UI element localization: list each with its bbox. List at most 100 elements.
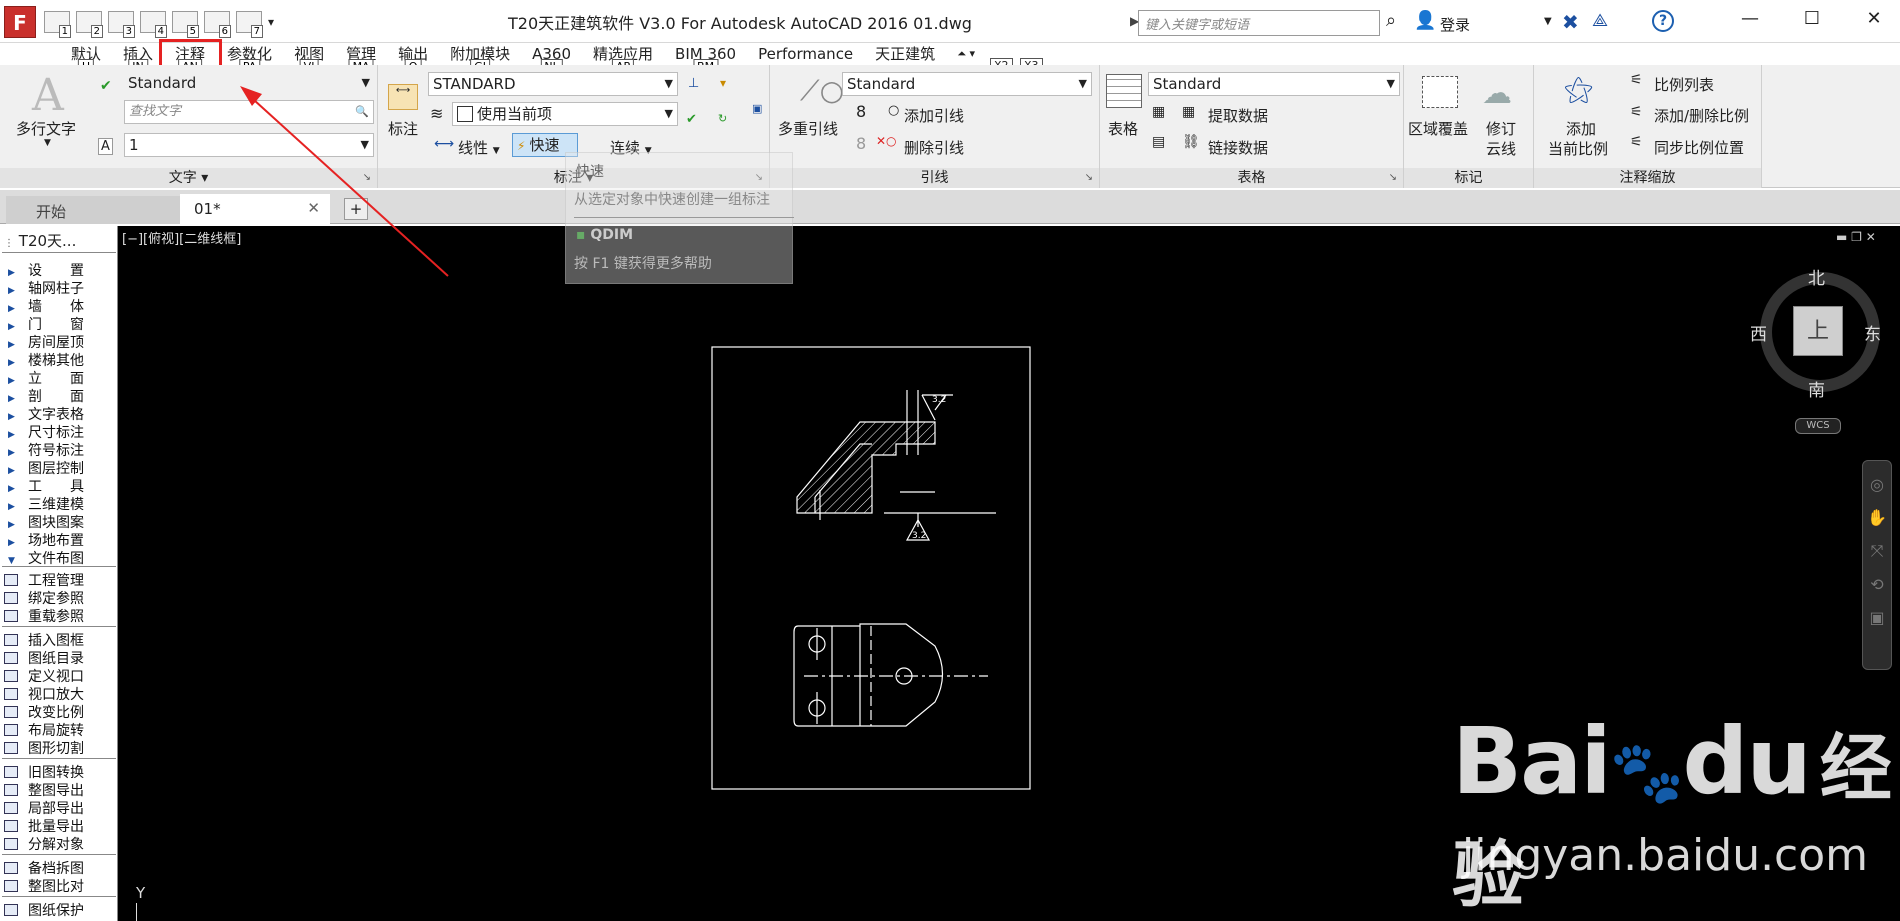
chevron-down-icon[interactable]: ▼ [44,138,51,148]
qat-new-button[interactable]: 1 [44,11,71,38]
binoculars-icon[interactable]: ⌕ [1386,10,1396,31]
text-style-combo[interactable]: Standard ▼ [124,72,374,96]
add-current-scale-label-2[interactable]: 当前比例 [1548,138,1608,159]
qat-open-button[interactable]: 2 [76,11,103,38]
tangent-menu-item[interactable]: ▶ 设 置 [8,260,84,280]
revcloud-icon[interactable]: ☁ [1482,76,1512,111]
tab-featured-apps[interactable]: 精选应用AP [582,43,664,74]
tangent-tool-item[interactable]: 工程管理 [4,570,84,590]
tangent-tool-item[interactable]: 重载参照 [4,606,84,626]
wcs-menu[interactable]: WCS [1795,418,1841,434]
linear-dim-button[interactable]: 线性 ▼ [458,137,500,158]
leader-style-combo[interactable]: Standard ▼ [842,72,1092,96]
compass-north[interactable]: 北 [1808,264,1825,289]
tangent-tool-item[interactable]: 改变比例 [4,702,84,722]
tangent-menu-item[interactable]: ▶ 符号标注 [8,440,84,460]
panel-launcher-icon[interactable]: ↘ [1085,168,1093,188]
add-current-scale-label-1[interactable]: 添加 [1566,118,1596,139]
tangent-menu-item[interactable]: ▶ 立 面 [8,368,84,388]
tangent-menu-item[interactable]: ▶ 房间屋顶 [8,332,84,352]
revcloud-label-1[interactable]: 修订 [1486,118,1516,139]
qat-save-button[interactable]: 3 [108,11,135,38]
tab-output[interactable]: 输出O [387,43,439,74]
tangent-tool-item[interactable]: 整图比对 [4,876,84,896]
tab-tangent[interactable]: 天正建筑 [864,43,946,65]
qat-undo-button[interactable]: 7 [236,11,263,38]
minimize-button[interactable]: — [1730,8,1770,32]
mtext-icon[interactable]: A [32,70,64,121]
tangent-tool-item[interactable]: 图形切割 [4,738,84,758]
viewport-window-controls[interactable]: ▬ ❐ ✕ [1836,230,1876,244]
panel-table-title[interactable]: 表格 ↘ [1100,168,1403,188]
tab-parametric[interactable]: 参数化PA [216,43,283,74]
zoom-icon[interactable]: ⤧ [1863,541,1891,561]
pan-icon[interactable]: ✋ [1863,508,1891,527]
table-export-icon[interactable]: ▤ [1152,134,1165,150]
tab-insert[interactable]: 插入IN [112,43,164,74]
table-edit-icon[interactable]: ▦ [1152,104,1165,120]
inspect-icon[interactable]: ▣ [752,102,762,115]
help-icon[interactable]: ? [1652,10,1674,32]
orbit-icon[interactable]: ⟲ [1863,575,1891,594]
search-input[interactable]: 键入关键字或短语 [1138,10,1380,36]
panel-leader-title[interactable]: 引线 ↘ [770,168,1099,188]
tangent-menu-item[interactable]: ▶ 楼梯其他 [8,350,84,370]
tangent-tool-item[interactable]: 布局旋转 [4,720,84,740]
dim-break-icon[interactable]: ▾ [720,76,726,90]
tangent-menu-item[interactable]: ▼ 文件布图 [8,548,84,568]
tangent-menu-item[interactable]: ▶ 墙 体 [8,296,84,316]
leader-align-icon[interactable]: 8 [856,102,866,121]
add-scale-icon[interactable]: ⚝ [1564,72,1593,107]
multileader-button[interactable]: 多重引线 [778,118,838,139]
check-icon[interactable]: ✔ [100,78,112,94]
compass-east[interactable]: 东 [1864,320,1881,345]
dim-layer-combo[interactable]: 使用当前项 ▼ [452,102,678,126]
wipeout-icon[interactable] [1422,76,1458,108]
tangent-menu-item[interactable]: ▶ 工 具 [8,476,84,496]
dim-adjust-icon[interactable]: ⊥ [688,76,699,91]
compass-south[interactable]: 南 [1808,376,1825,401]
tab-view[interactable]: 视图VI [283,43,335,74]
dimension-button[interactable]: 标注 [388,118,418,139]
viewport-controls[interactable]: [−][俯视][二维线框] [122,228,241,247]
tangent-menu-item[interactable]: ▶ 三维建模 [8,494,84,514]
dimension-icon[interactable]: ⟷ [388,84,418,110]
table-button[interactable]: 表格 [1108,118,1138,139]
doc-tab-start[interactable]: 开始 [6,196,180,224]
panel-text-title[interactable]: 文字 ▾ ↘ [0,168,377,188]
tangent-tool-item[interactable]: 备档拆图 [4,858,84,878]
find-icon[interactable]: 🔍 [355,102,369,122]
add-leader-button[interactable]: 添加引线 [904,105,964,126]
multileader-icon[interactable]: ⟋○ [800,74,844,108]
a360-icon[interactable]: ⟁ [1592,10,1608,31]
viewcube-top[interactable]: 上 [1793,306,1843,356]
tab-performance[interactable]: Performance [747,43,864,65]
dim-style-combo[interactable]: STANDARD ▼ [428,72,678,96]
steering-wheel-icon[interactable]: ◎ [1863,475,1891,494]
qat-saveas-button[interactable]: 4 [140,11,167,38]
tangent-tool-item[interactable]: 图纸目录 [4,648,84,668]
panel-title[interactable]: ⋮ T20天... [4,230,76,251]
tangent-tool-item[interactable]: 插入图框 [4,630,84,650]
remove-leader-button[interactable]: 删除引线 [904,137,964,158]
tangent-menu-item[interactable]: ▶ 图块图案 [8,512,84,532]
new-tab-button[interactable]: + [344,198,368,220]
text-height-combo[interactable]: 1 ▼ [124,133,374,157]
tangent-menu-item[interactable]: ▶ 尺寸标注 [8,422,84,442]
tab-default[interactable]: 默认H [60,43,112,74]
panel-scale-title[interactable]: 注释缩放 [1534,168,1761,188]
tangent-menu-item[interactable]: ▶ 场地布置 [8,530,84,550]
close-icon[interactable]: ✕ [307,199,320,217]
table-style-combo[interactable]: Standard ▼ [1148,72,1400,96]
navigation-bar[interactable]: ◎ ✋ ⤧ ⟲ ▣ [1862,460,1892,670]
revcloud-label-2[interactable]: 云线 [1486,138,1516,159]
tangent-menu-item[interactable]: ▶ 文字表格 [8,404,84,424]
wipeout-button[interactable]: 区域覆盖 [1408,118,1468,139]
leader-collect-icon[interactable]: 8 [856,134,866,153]
app-menu-button[interactable]: F [4,6,36,38]
mtext-button[interactable]: 多行文字 [16,118,76,139]
add-remove-scale-button[interactable]: 添加/删除比例 [1654,105,1749,126]
tangent-tool-item[interactable]: 局部导出 [4,798,84,818]
scale-list-button[interactable]: 比例列表 [1654,74,1714,95]
doc-tab-01[interactable]: 01* ✕ [180,194,330,224]
